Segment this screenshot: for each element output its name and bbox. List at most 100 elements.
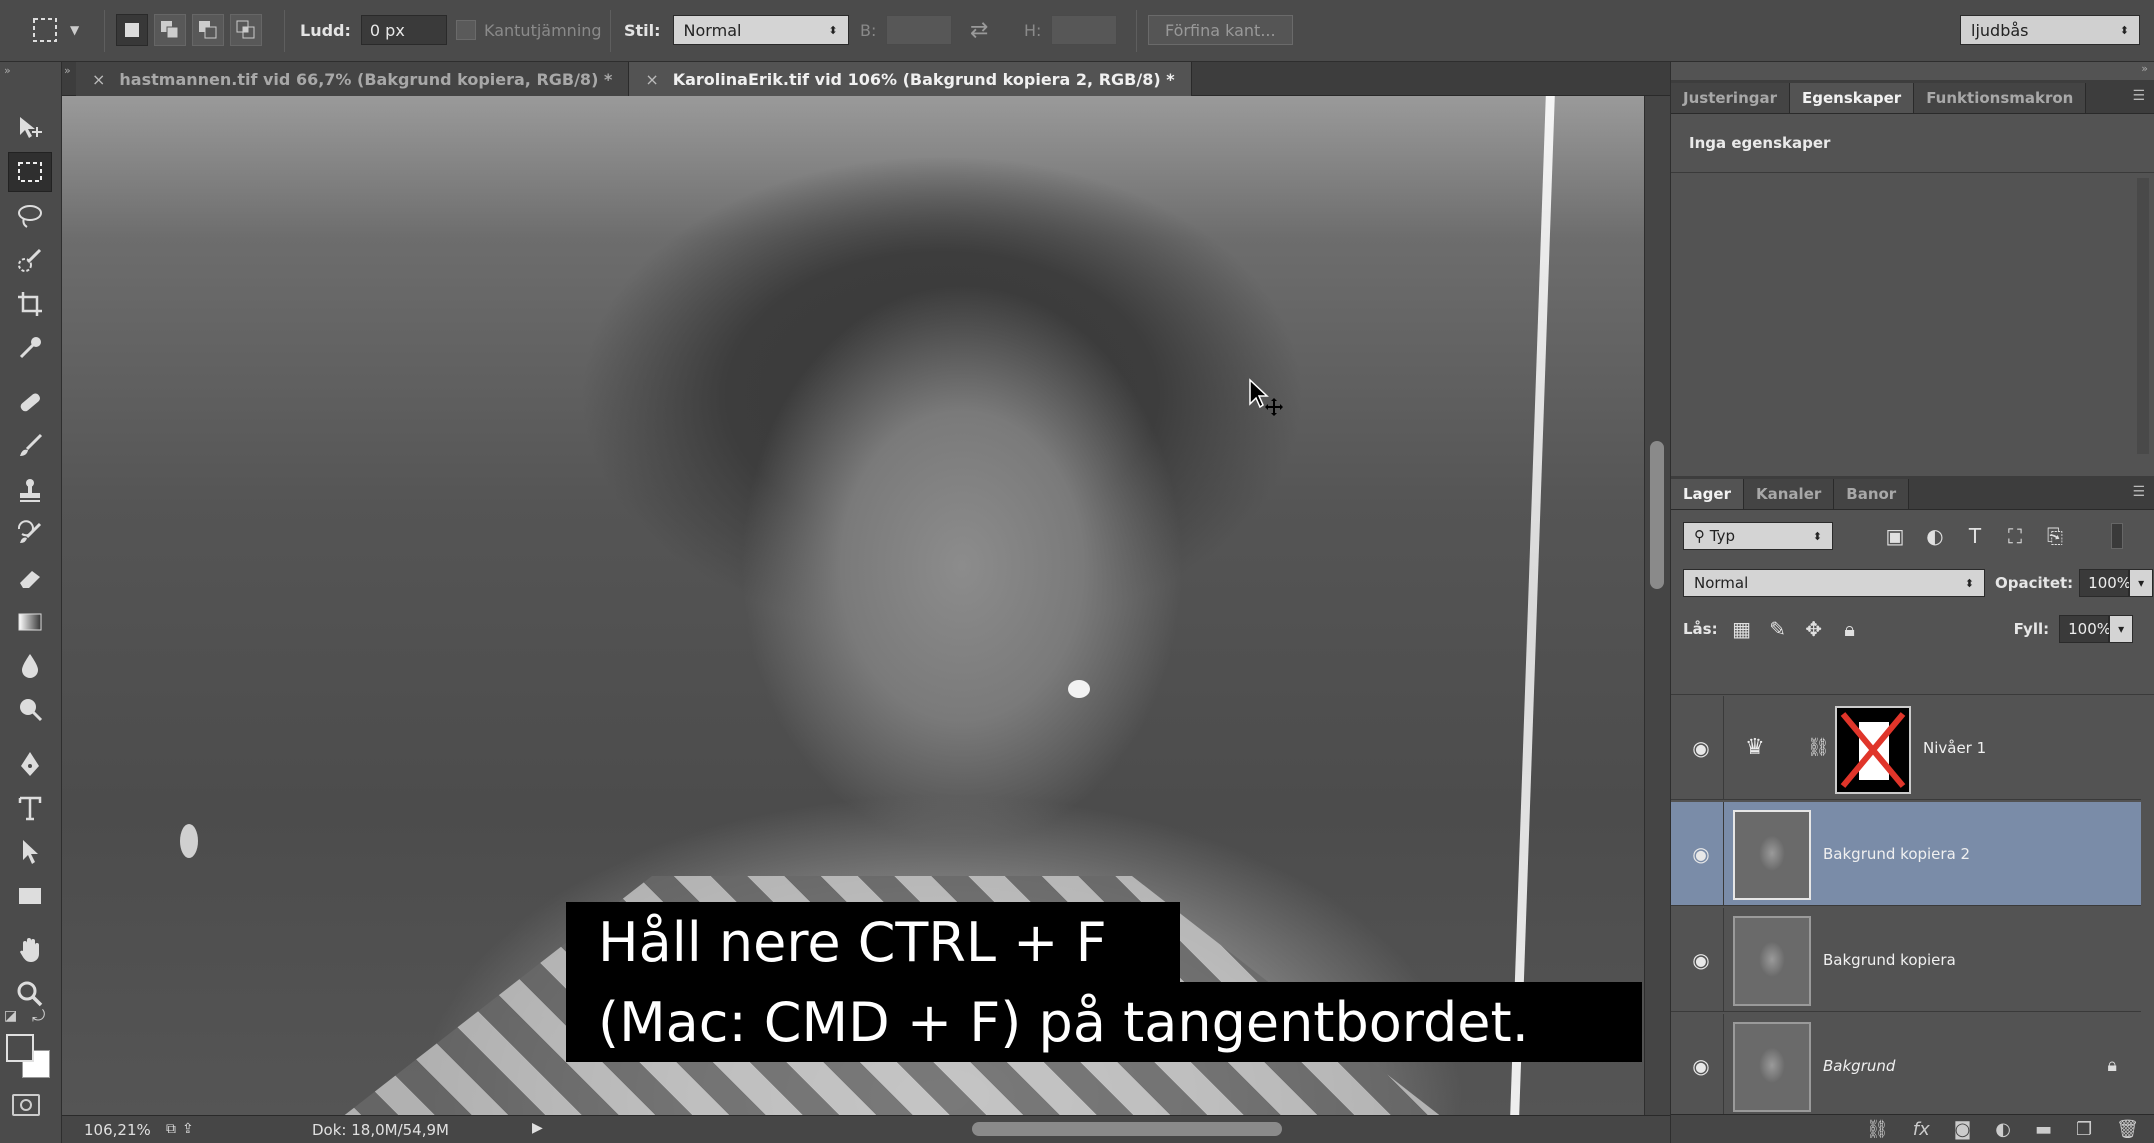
tab-paths[interactable]: Banor [1834, 479, 1910, 509]
crop-tool[interactable] [8, 284, 52, 324]
scrollbar-thumb[interactable] [1650, 441, 1664, 589]
lasso-tool[interactable] [8, 196, 52, 236]
close-icon[interactable]: × [645, 70, 658, 89]
hand-tool[interactable] [8, 930, 52, 970]
opacity-slider-button[interactable]: ▾ [2129, 569, 2154, 597]
rectangular-marquee-tool[interactable] [8, 152, 52, 192]
type-tool[interactable] [8, 788, 52, 828]
layers-panel-footer: ⛓ fx ◙ ◐ ▬ ❐ 🗑︎ [1671, 1114, 2154, 1143]
share-icon[interactable]: ⧉⇪ [166, 1121, 200, 1137]
tab-hastmannen[interactable]: × hastmannen.tif vid 66,7% (Bakgrund kop… [76, 62, 630, 96]
updown-arrows-icon: ⬍ [2119, 23, 2129, 37]
workspace-select[interactable]: ljudbås ⬍ [1960, 15, 2140, 45]
workspace-select-value: ljudbås [1971, 20, 2029, 40]
lock-all-icon[interactable]: 🔒︎ [1838, 617, 1862, 641]
layer-row-levels[interactable]: ◉ ♛ ⛓ Nivåer 1 [1671, 696, 2141, 800]
intersect-selection-button[interactable] [230, 14, 262, 46]
swap-width-height-icon[interactable]: ⇄ [970, 18, 988, 43]
refine-edge-button[interactable]: Förfina kant... [1148, 15, 1293, 45]
blend-mode-select[interactable]: Normal ⬍ [1683, 569, 1985, 597]
subtract-from-selection-button[interactable] [192, 14, 224, 46]
height-input[interactable] [1051, 15, 1118, 45]
fill-slider-button[interactable]: ▾ [2109, 615, 2134, 643]
tab-actions[interactable]: Funktionsmakron [1914, 83, 2087, 113]
tab-karolinaerik[interactable]: × KarolinaErik.tif vid 106% (Bakgrund ko… [629, 62, 1192, 96]
lock-icon[interactable]: 🔒︎ [2107, 1055, 2117, 1076]
filter-smart-object-icon[interactable]: ⎘ [2043, 524, 2067, 548]
new-group-folder-icon[interactable]: ▬ [2035, 1119, 2052, 1140]
add-mask-icon[interactable]: ◙ [1954, 1119, 1971, 1140]
path-selection-tool[interactable] [8, 832, 52, 872]
lock-image-icon[interactable]: ✎ [1766, 617, 1790, 641]
expand-panels-icon[interactable]: » [2141, 62, 2148, 75]
filter-pixel-icon[interactable]: ▣ [1883, 524, 1907, 548]
horizontal-scrollbar-thumb[interactable] [972, 1122, 1282, 1136]
collapse-tabs-icon[interactable]: » [62, 62, 76, 95]
eye-icon[interactable]: ◉ [1689, 948, 1713, 972]
dodge-tool[interactable] [8, 690, 52, 730]
layer-filter-select[interactable]: ⚲ Typ ⬍ [1683, 522, 1833, 550]
spot-healing-brush-tool[interactable] [8, 382, 52, 422]
panel-menu-icon[interactable]: ☰ [2132, 88, 2145, 104]
layer-filter-row: ⚲ Typ ⬍ ▣ ◐ T ⛶ ⎘ [1671, 518, 2154, 554]
antialias-checkbox[interactable] [456, 20, 476, 40]
filter-adjustment-icon[interactable]: ◐ [1923, 524, 1947, 548]
opacity-input[interactable]: 100% [2079, 569, 2131, 597]
tab-channels[interactable]: Kanaler [1744, 479, 1835, 509]
status-menu-arrow-icon[interactable]: ▶ [532, 1120, 543, 1136]
properties-scrollbar[interactable] [2137, 178, 2149, 454]
trash-icon[interactable]: 🗑︎ [2116, 1119, 2139, 1140]
tab-adjustments[interactable]: Justeringar [1671, 83, 1791, 113]
layer-style-fx-icon[interactable]: fx [1913, 1119, 1930, 1140]
filter-type-icon[interactable]: T [1963, 524, 1987, 548]
collapse-panel-icon[interactable]: » [4, 64, 11, 77]
layer-row-background-copy-2[interactable]: ◉ Bakgrund kopiera 2 [1671, 802, 2141, 906]
zoom-level[interactable]: 106,21% [84, 1121, 151, 1139]
link-chain-icon[interactable]: ⛓ [1807, 737, 1830, 758]
add-to-selection-button[interactable] [154, 14, 186, 46]
blur-tool[interactable] [8, 646, 52, 686]
panel-menu-icon[interactable]: ☰ [2132, 484, 2145, 500]
rectangle-tool[interactable] [8, 876, 52, 916]
quick-selection-icon [18, 248, 42, 272]
move-tool[interactable] [8, 108, 52, 148]
brush-tool[interactable] [8, 426, 52, 466]
quick-mask-button[interactable] [12, 1094, 40, 1116]
eraser-tool[interactable] [8, 558, 52, 598]
eye-icon[interactable]: ◉ [1689, 736, 1713, 760]
gradient-tool[interactable] [8, 602, 52, 642]
new-selection-button[interactable] [116, 14, 148, 46]
close-icon[interactable]: × [92, 70, 105, 89]
layer-thumbnail [1733, 810, 1811, 900]
eyedropper-tool[interactable] [8, 328, 52, 368]
feather-input[interactable]: 0 px [360, 15, 447, 45]
filter-toggle-switch[interactable] [2111, 523, 2123, 549]
clone-stamp-tool[interactable] [8, 470, 52, 510]
swap-colors-icon[interactable]: ⤾ [32, 1006, 45, 1026]
pen-tool[interactable] [8, 744, 52, 784]
tool-preset-picker[interactable]: ▼ [30, 14, 79, 46]
new-layer-icon[interactable]: ❐ [2076, 1119, 2092, 1140]
history-brush-tool[interactable] [8, 514, 52, 554]
tab-layers[interactable]: Lager [1671, 479, 1744, 509]
vertical-scrollbar[interactable] [1644, 96, 1670, 1115]
layer-row-background[interactable]: ◉ Bakgrund 🔒︎ [1671, 1014, 2141, 1118]
lock-position-icon[interactable]: ✥ [1802, 617, 1826, 641]
quick-selection-tool[interactable] [8, 240, 52, 280]
new-adjustment-layer-icon[interactable]: ◐ [1995, 1119, 2011, 1140]
filter-shape-icon[interactable]: ⛶ [2003, 524, 2027, 548]
default-colors-icon[interactable]: ◪ [4, 1008, 17, 1024]
foreground-color-swatch[interactable] [6, 1034, 34, 1062]
lock-transparent-icon[interactable]: ▦ [1730, 617, 1754, 641]
style-label: Stil: [624, 20, 661, 40]
eye-icon[interactable]: ◉ [1689, 842, 1713, 866]
crop-icon [18, 292, 42, 316]
style-select[interactable]: Normal ⬍ [672, 15, 849, 45]
layer-row-background-copy[interactable]: ◉ Bakgrund kopiera [1671, 908, 2141, 1012]
layer-mask-thumbnail[interactable] [1835, 706, 1911, 794]
eye-icon[interactable]: ◉ [1689, 1054, 1713, 1078]
tab-properties[interactable]: Egenskaper [1790, 83, 1915, 113]
fill-input[interactable]: 100% [2059, 615, 2111, 643]
width-input[interactable] [886, 15, 953, 45]
link-layers-icon[interactable]: ⛓ [1866, 1119, 1889, 1140]
